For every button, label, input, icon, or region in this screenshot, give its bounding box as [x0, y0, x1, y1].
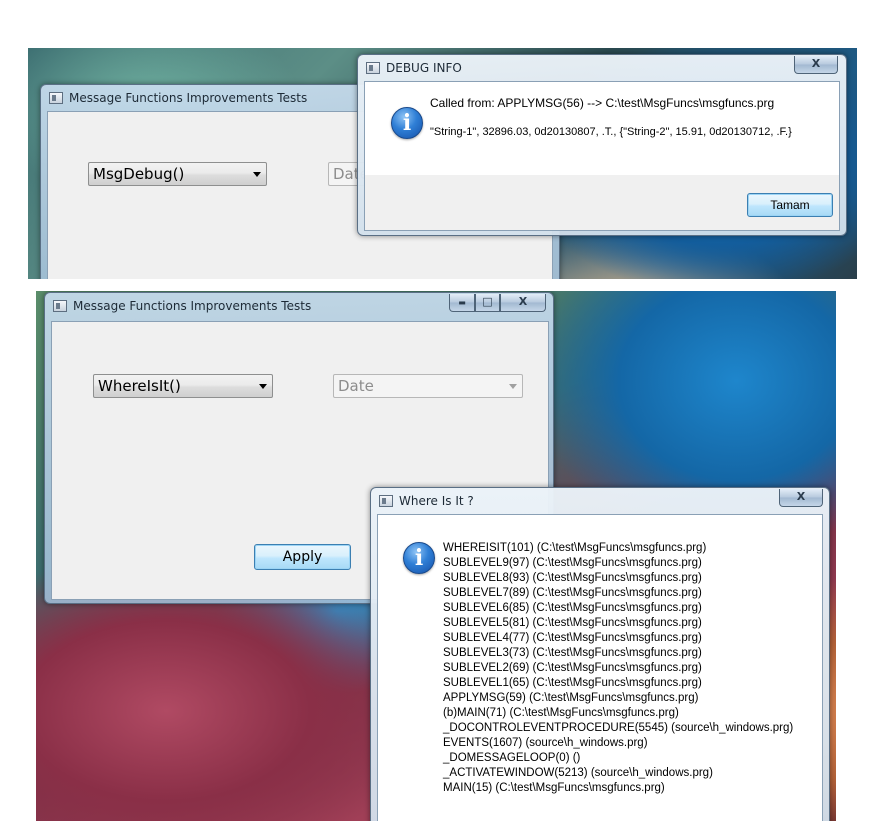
call-stack-line: SUBLEVEL1(65) (C:\test\MsgFuncs\msgfuncs…: [443, 677, 702, 689]
window-app-icon: [53, 300, 67, 312]
call-stack-line: _ACTIVATEWINDOW(5213) (source\h_windows.…: [443, 767, 713, 779]
close-button[interactable]: X: [500, 294, 546, 312]
bottom-screenshot: Message Functions Improvements Tests ▬ □…: [36, 291, 836, 821]
main-window-title: Message Functions Improvements Tests: [73, 299, 312, 313]
debug-dialog-client: i Called from: APPLYMSG(56) --> C:\test\…: [364, 81, 840, 231]
function-combo[interactable]: WhereIsIt(): [93, 374, 273, 398]
close-icon: X: [796, 490, 806, 503]
information-icon: i: [391, 107, 423, 139]
debug-dialog-titlebar[interactable]: DEBUG INFO: [358, 55, 846, 81]
call-stack-line: _DOMESSAGELOOP(0) (): [443, 752, 581, 764]
debug-dialog-title: DEBUG INFO: [386, 61, 462, 75]
call-stack-list: WHEREISIT(101) (C:\test\MsgFuncs\msgfunc…: [443, 541, 793, 796]
call-stack-line: APPLYMSG(59) (C:\test\MsgFuncs\msgfuncs.…: [443, 692, 699, 704]
window-app-icon: [379, 495, 393, 507]
whereisit-dialog-client: i WHEREISIT(101) (C:\test\MsgFuncs\msgfu…: [377, 514, 823, 821]
call-stack-line: SUBLEVEL5(81) (C:\test\MsgFuncs\msgfuncs…: [443, 617, 702, 629]
called-from-text: Called from: APPLYMSG(56) --> C:\test\Ms…: [430, 96, 775, 110]
minimize-button[interactable]: ▬: [449, 294, 475, 312]
call-stack-line: SUBLEVEL7(89) (C:\test\MsgFuncs\msgfuncs…: [443, 587, 702, 599]
chevron-down-icon: [509, 384, 517, 389]
top-screenshot: Message Functions Improvements Tests Msg…: [28, 48, 857, 279]
call-stack-line: _DOCONTROLEVENTPROCEDURE(5545) (source\h…: [443, 722, 794, 734]
apply-button-label: Apply: [282, 549, 323, 565]
call-stack-line: (b)MAIN(71) (C:\test\MsgFuncs\msgfuncs.p…: [443, 707, 679, 719]
call-stack-line: SUBLEVEL6(85) (C:\test\MsgFuncs\msgfuncs…: [443, 602, 702, 614]
call-stack-line: WHEREISIT(101) (C:\test\MsgFuncs\msgfunc…: [443, 542, 707, 554]
function-combo-value: MsgDebug(): [93, 165, 185, 183]
call-stack-line: SUBLEVEL4(77) (C:\test\MsgFuncs\msgfuncs…: [443, 632, 702, 644]
window-app-icon: [49, 92, 63, 104]
maximize-icon: □: [482, 295, 493, 308]
ok-button-label: Tamam: [770, 198, 810, 212]
call-stack-line: SUBLEVEL3(73) (C:\test\MsgFuncs\msgfuncs…: [443, 647, 702, 659]
type-combo[interactable]: Date: [333, 374, 523, 398]
whereisit-dialog: Where Is It ? X i WHEREISIT(101) (C:\tes…: [370, 487, 830, 821]
call-stack-line: MAIN(15) (C:\test\MsgFuncs\msgfuncs.prg): [443, 782, 665, 794]
type-combo-value: Date: [338, 377, 374, 395]
call-stack-line: SUBLEVEL9(97) (C:\test\MsgFuncs\msgfuncs…: [443, 557, 702, 569]
chevron-down-icon: [253, 172, 261, 177]
minimize-icon: ▬: [458, 298, 466, 307]
window-app-icon: [366, 62, 380, 74]
debug-info-dialog: DEBUG INFO X i Called from: APPLYMSG(56)…: [357, 54, 847, 236]
close-button[interactable]: X: [794, 56, 838, 74]
ok-button[interactable]: Tamam: [747, 193, 833, 217]
whereisit-dialog-titlebar[interactable]: Where Is It ?: [371, 488, 829, 514]
call-stack-line: EVENTS(1607) (source\h_windows.prg): [443, 737, 648, 749]
function-combo[interactable]: MsgDebug(): [88, 162, 267, 186]
close-icon: X: [811, 57, 821, 70]
chevron-down-icon: [259, 384, 267, 389]
call-stack-line: SUBLEVEL8(93) (C:\test\MsgFuncs\msgfuncs…: [443, 572, 702, 584]
debug-values-text: "String-1", 32896.03, 0d20130807, .T., {…: [430, 126, 792, 138]
main-window-title: Message Functions Improvements Tests: [69, 91, 308, 105]
information-icon: i: [403, 542, 435, 574]
function-combo-value: WhereIsIt(): [98, 377, 181, 395]
close-icon: X: [518, 295, 528, 308]
apply-button[interactable]: Apply: [254, 544, 351, 570]
close-button[interactable]: X: [779, 489, 823, 507]
call-stack-line: SUBLEVEL2(69) (C:\test\MsgFuncs\msgfuncs…: [443, 662, 702, 674]
maximize-button[interactable]: □: [475, 294, 500, 312]
whereisit-dialog-title: Where Is It ?: [399, 494, 474, 508]
